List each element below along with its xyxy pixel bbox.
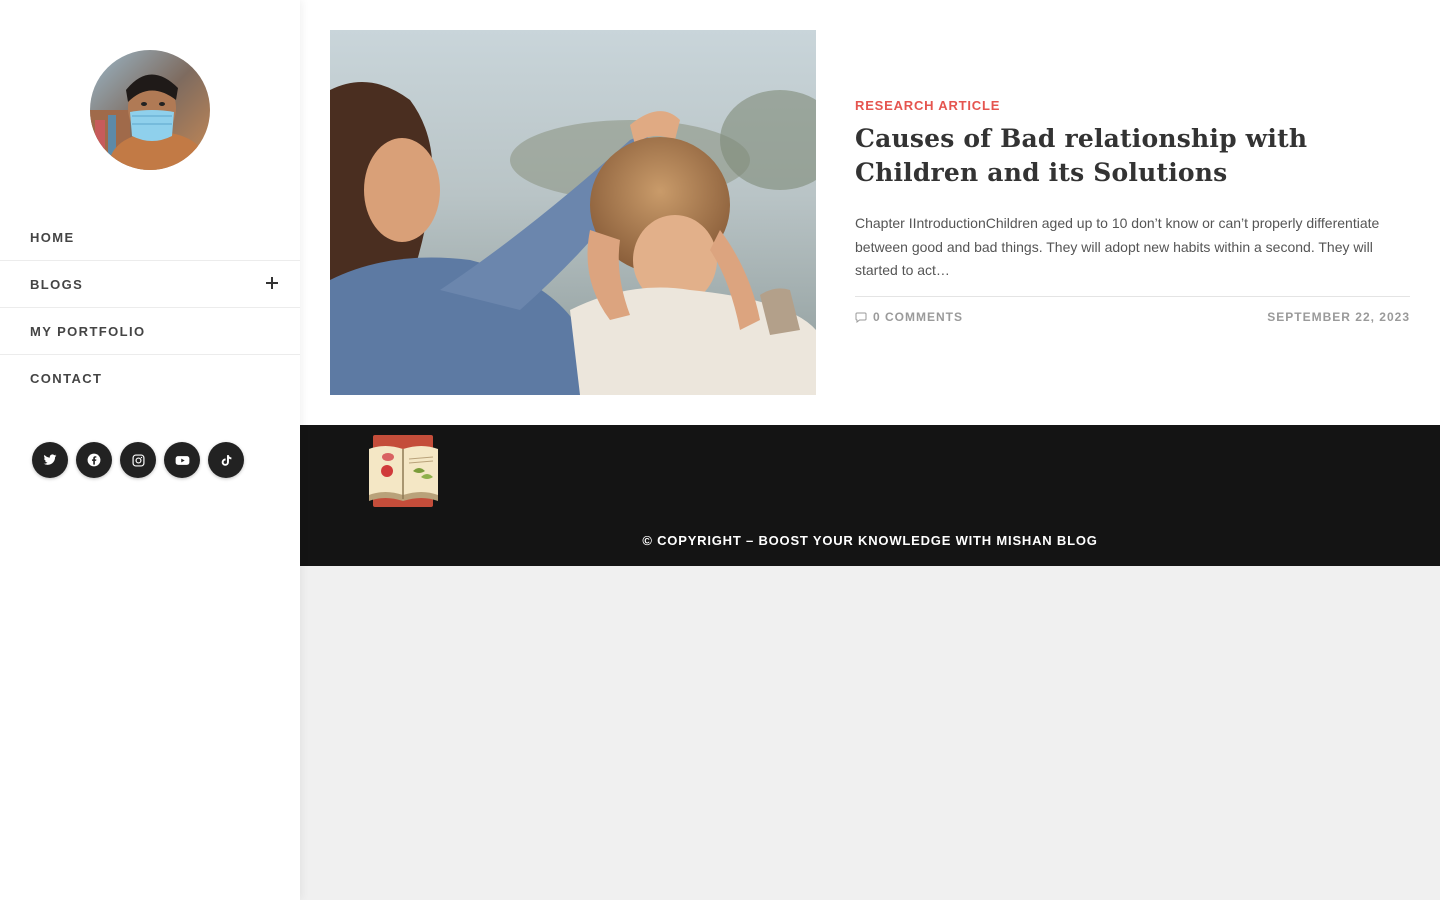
tiktok-link[interactable] — [208, 442, 244, 478]
nav-item-label: MY PORTFOLIO — [30, 323, 146, 339]
youtube-icon — [175, 455, 189, 465]
nav-item-contact[interactable]: CONTACT — [0, 355, 300, 402]
comments-link[interactable]: 0 COMMENTS — [855, 310, 963, 324]
nav-item-label: HOME — [30, 229, 75, 245]
facebook-link[interactable] — [76, 442, 112, 478]
footer-logo[interactable] — [367, 435, 440, 507]
article-thumbnail[interactable] — [330, 30, 816, 395]
nav-item-blogs[interactable]: BLOGS — [0, 261, 300, 308]
youtube-link[interactable] — [164, 442, 200, 478]
avatar-image — [90, 50, 210, 170]
instagram-icon — [131, 453, 145, 467]
book-icon — [369, 435, 438, 507]
sidebar: HOME BLOGS MY PORTFOLIO CONTACT — [0, 0, 300, 900]
article-title[interactable]: Causes of Bad relationship with Children… — [855, 122, 1415, 190]
article-category[interactable]: RESEARCH ARTICLE — [855, 98, 1000, 113]
plus-icon[interactable] — [266, 277, 278, 289]
avatar[interactable] — [90, 50, 210, 170]
twitter-icon — [43, 454, 57, 465]
article-image — [330, 30, 816, 395]
comments-count: 0 COMMENTS — [873, 310, 964, 324]
nav-item-my-portfolio[interactable]: MY PORTFOLIO — [0, 308, 300, 355]
tiktok-icon — [221, 454, 231, 466]
nav-item-label: BLOGS — [30, 276, 84, 292]
facebook-icon — [87, 453, 101, 467]
nav-item-home[interactable]: HOME — [0, 214, 300, 261]
nav-item-label: CONTACT — [30, 371, 103, 386]
social-links — [32, 442, 244, 478]
footer: © COPYRIGHT – BOOST YOUR KNOWLEDGE WITH … — [300, 425, 1440, 566]
article-date: SEPTEMBER 22, 2023 — [1267, 310, 1410, 324]
article-excerpt: Chapter IIntroductionChildren aged up to… — [855, 215, 1380, 278]
comment-icon — [855, 312, 867, 323]
copyright-text: © COPYRIGHT – BOOST YOUR KNOWLEDGE WITH … — [642, 533, 1098, 548]
twitter-link[interactable] — [32, 442, 68, 478]
meta-divider — [855, 296, 1410, 297]
main-nav: HOME BLOGS MY PORTFOLIO CONTACT — [0, 214, 300, 402]
instagram-link[interactable] — [120, 442, 156, 478]
